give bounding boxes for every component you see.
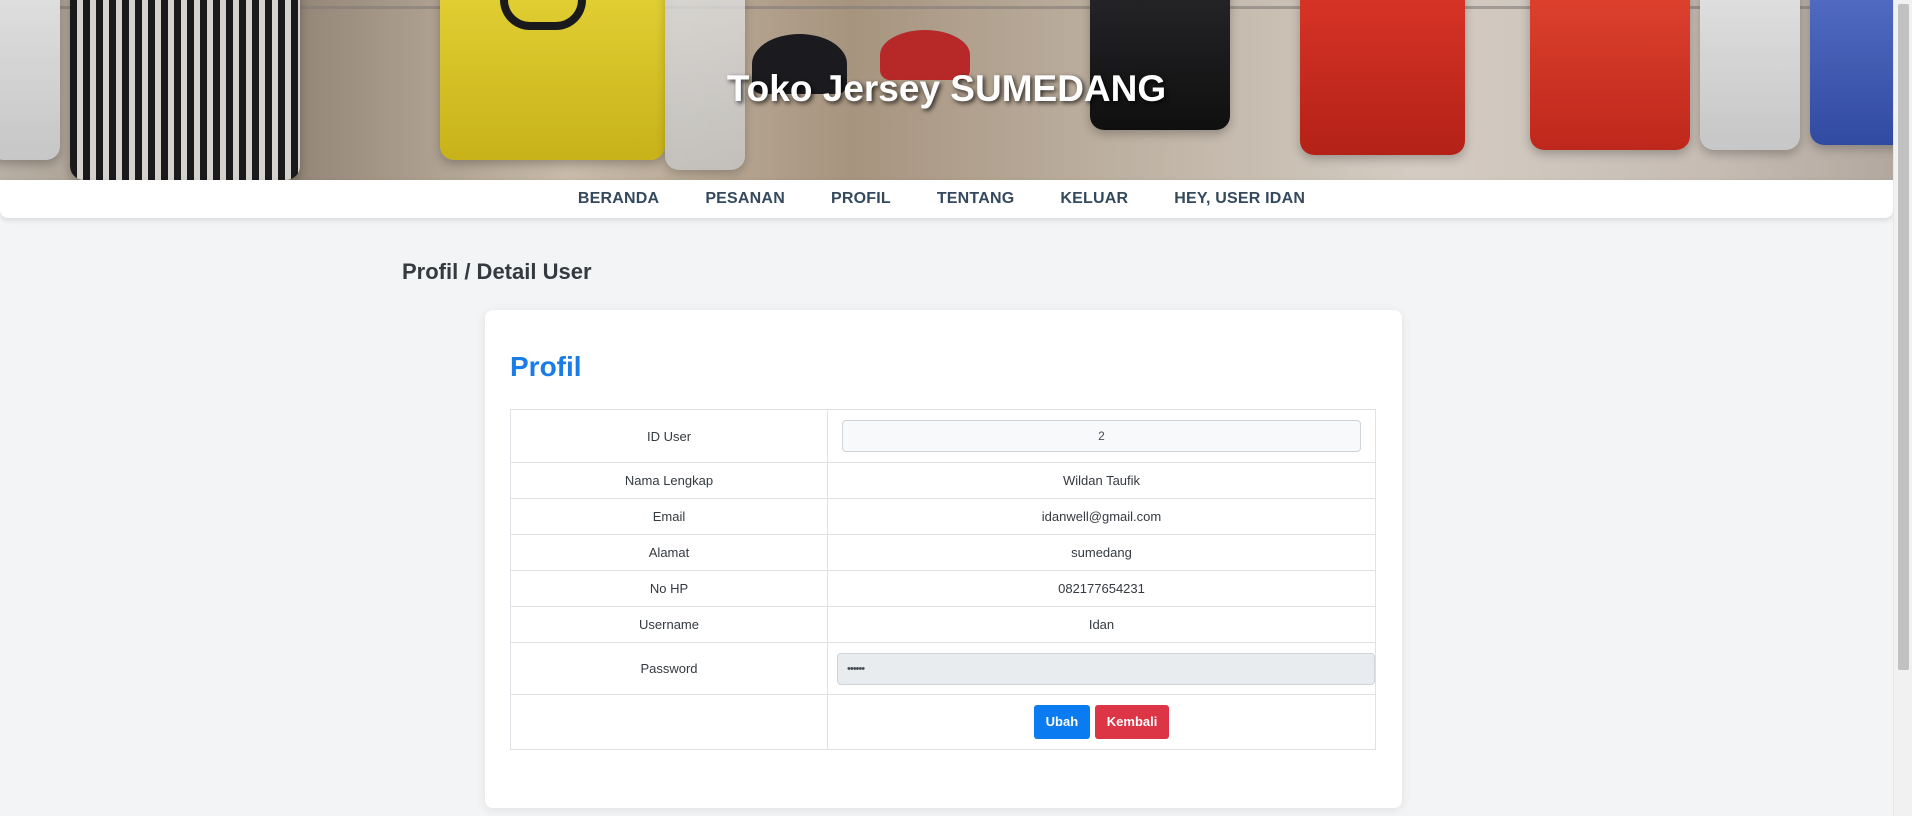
row-label-no-hp: No HP [510, 570, 828, 607]
row-value-nama-lengkap: Wildan Taufik [827, 462, 1376, 499]
row-label-nama-lengkap: Nama Lengkap [510, 462, 828, 499]
row-label-id-user: ID User [510, 409, 828, 463]
row-value-email: idanwell@gmail.com [827, 498, 1376, 535]
row-value-no-hp: 082177654231 [827, 570, 1376, 607]
row-label-password: Password [510, 642, 828, 695]
nav-beranda[interactable]: BERANDA [578, 190, 659, 208]
nav-user-greeting[interactable]: HEY, USER IDAN [1174, 190, 1305, 208]
table-row: Password [510, 642, 1376, 695]
row-empty-cell [510, 694, 828, 750]
row-value-alamat: sumedang [827, 534, 1376, 571]
table-row: Alamat sumedang [510, 534, 1376, 571]
id-user-field[interactable] [842, 420, 1361, 452]
profile-table: ID User Nama Lengkap Wildan Taufik Email… [510, 409, 1376, 750]
main-navbar: BERANDA PESANAN PROFIL TENTANG KELUAR HE… [0, 180, 1893, 218]
row-value-username: Idan [827, 606, 1376, 643]
row-value-password [827, 642, 1376, 695]
header-banner: Toko Jersey SUMEDANG [0, 0, 1893, 180]
row-label-username: Username [510, 606, 828, 643]
nav-keluar[interactable]: KELUAR [1060, 190, 1128, 208]
page: Toko Jersey SUMEDANG BERANDA PESANAN PRO… [0, 0, 1893, 816]
row-action-buttons: Ubah Kembali [827, 694, 1376, 750]
edit-button[interactable]: Ubah [1033, 705, 1091, 739]
row-value-id-user [827, 409, 1376, 463]
site-title: Toko Jersey SUMEDANG [726, 68, 1167, 109]
nav-pesanan[interactable]: PESANAN [705, 190, 785, 208]
profile-card: Profil ID User Nama Lengkap Wildan Taufi… [485, 310, 1402, 808]
nav-profil[interactable]: PROFIL [831, 190, 891, 208]
back-button[interactable]: Kembali [1094, 705, 1170, 739]
table-row-actions: Ubah Kembali [510, 694, 1376, 750]
scrollbar-thumb[interactable] [1898, 4, 1909, 670]
table-row: ID User [510, 409, 1376, 463]
page-scrollbar[interactable] [1893, 0, 1912, 816]
password-field[interactable] [837, 652, 1375, 685]
row-label-email: Email [510, 498, 828, 535]
table-row: Nama Lengkap Wildan Taufik [510, 462, 1376, 499]
row-label-alamat: Alamat [510, 534, 828, 571]
nav-tentang[interactable]: TENTANG [937, 190, 1015, 208]
table-row: Email idanwell@gmail.com [510, 498, 1376, 535]
table-row: No HP 082177654231 [510, 570, 1376, 607]
page-heading: Profil / Detail User [402, 259, 592, 284]
card-title: Profil [510, 351, 582, 382]
table-row: Username Idan [510, 606, 1376, 643]
